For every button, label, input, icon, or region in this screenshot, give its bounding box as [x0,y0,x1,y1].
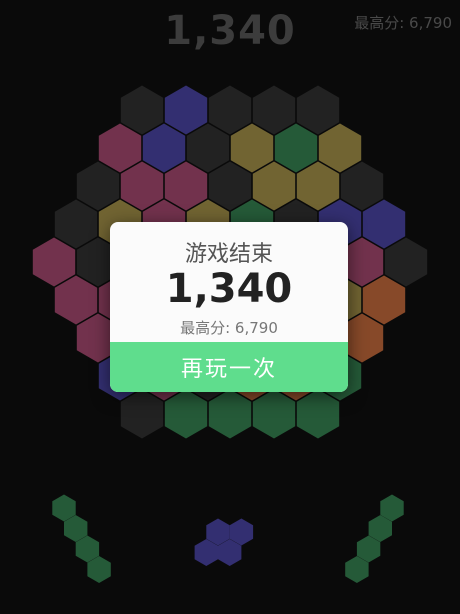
play-again-button[interactable]: 再玩一次 [110,342,348,392]
game-over-dialog: 游戏结束 1,340 最高分: 6,790 再玩一次 [110,222,348,392]
game-over-title: 游戏结束 [184,242,273,267]
final-score: 1,340 [165,266,293,312]
dialog-best-score: 最高分: 6,790 [180,319,278,337]
